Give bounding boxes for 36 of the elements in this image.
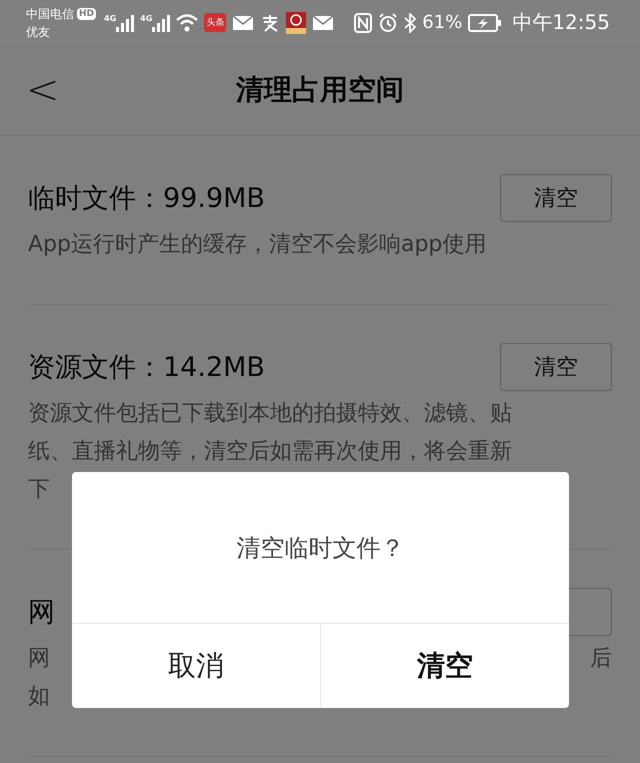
app-icon: [286, 12, 306, 34]
clear-button[interactable]: 清空: [500, 174, 612, 222]
section-title: 网: [28, 596, 55, 630]
section-title: 临时文件：99.9MB: [28, 182, 265, 216]
back-button[interactable]: <: [26, 67, 60, 113]
nfc-icon: [354, 12, 372, 32]
network-type: 4G: [104, 14, 116, 22]
carrier-name: 中国电信: [26, 6, 74, 22]
pay-icon: [260, 14, 280, 32]
mail-icon: [312, 14, 334, 30]
dialog-button[interactable]: 取消: [72, 624, 320, 708]
description-text: 资源文件包括已下载到本地的拍摄特效、滤镜、贴: [28, 400, 512, 428]
carrier-name: 优友: [26, 24, 51, 40]
description-text: 如: [28, 683, 50, 711]
description-text: App运行时产生的缓存，清空不会影响app使用: [28, 231, 486, 259]
clear-button[interactable]: 清空: [500, 343, 612, 391]
page-title: 清理占用空间: [236, 72, 404, 108]
app-badge: 头条: [204, 13, 226, 32]
alarm-icon: [378, 12, 398, 32]
mail-icon: [232, 14, 254, 30]
network-type: 4G: [140, 14, 152, 22]
bluetooth-icon: [404, 12, 416, 32]
description-text: 后: [590, 645, 612, 673]
description-text: 下: [28, 476, 50, 504]
hd-badge: HD: [77, 8, 96, 20]
battery-percent: 61%: [422, 12, 462, 33]
battery-icon: [468, 14, 502, 32]
description-text: 网: [28, 645, 50, 673]
dialog-button[interactable]: 清空: [320, 624, 569, 708]
description-text: 纸、直播礼物等，清空后如需再次使用，将会重新: [28, 438, 512, 466]
section-title: 资源文件：14.2MB: [28, 351, 265, 385]
signal-icon: [116, 14, 134, 32]
wifi-icon: [176, 14, 198, 32]
dialog-message: 清空临时文件？: [72, 472, 569, 624]
clock: 中午12:55: [512, 9, 610, 36]
signal-icon: [152, 14, 170, 32]
